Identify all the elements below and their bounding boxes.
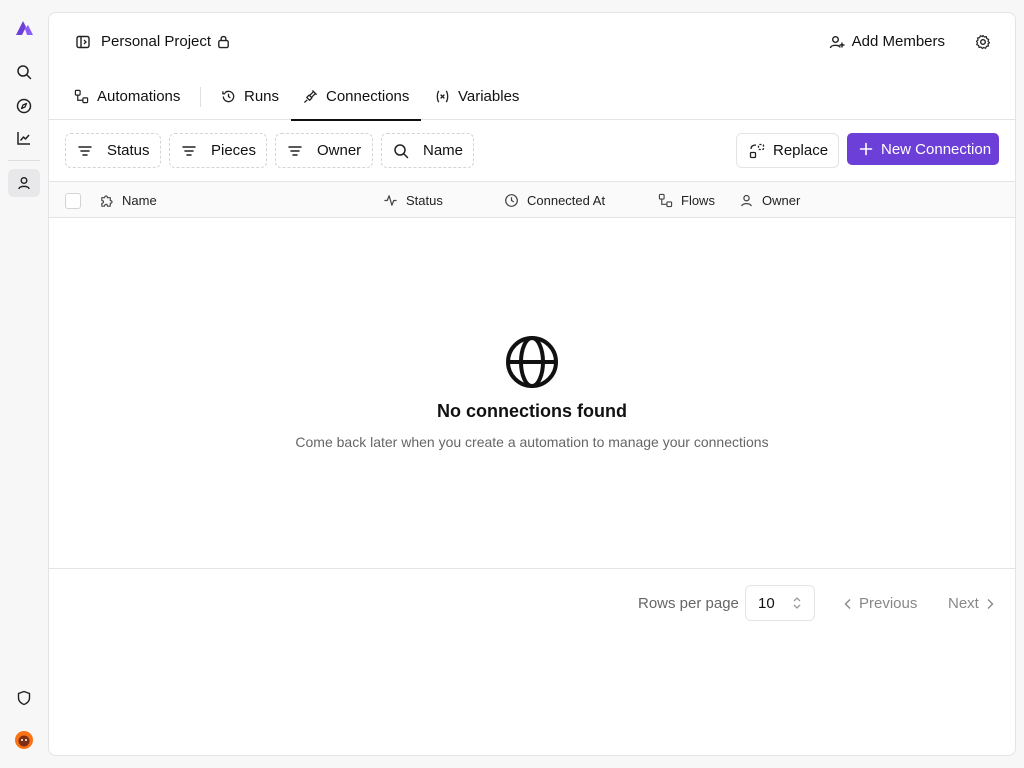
activity-icon bbox=[384, 194, 397, 206]
chevron-right-icon bbox=[987, 598, 994, 609]
workflow-icon bbox=[658, 193, 673, 207]
filter-icon bbox=[288, 145, 302, 156]
activepieces-logo-icon bbox=[16, 21, 33, 35]
new-connection-label: New Connection bbox=[881, 140, 992, 158]
shield-icon bbox=[17, 690, 31, 706]
column-label: Status bbox=[406, 192, 443, 208]
compass-icon bbox=[16, 98, 32, 114]
tab-variables[interactable]: Variables bbox=[435, 73, 519, 120]
plug-icon bbox=[303, 89, 318, 104]
column-label: Name bbox=[122, 192, 157, 208]
analytics-nav-button[interactable] bbox=[8, 124, 40, 152]
empty-state-title: No connections found bbox=[437, 401, 627, 421]
logo[interactable] bbox=[8, 14, 40, 42]
table-header: Name Status Connected At Flows Owner bbox=[49, 181, 1015, 218]
select-all-checkbox[interactable] bbox=[65, 193, 81, 209]
plus-icon bbox=[859, 142, 873, 156]
chart-line-icon bbox=[17, 132, 30, 145]
tab-runs[interactable]: Runs bbox=[221, 73, 279, 120]
pieces-filter-button[interactable]: Pieces bbox=[169, 133, 267, 168]
column-header-status[interactable]: Status bbox=[383, 182, 443, 218]
sidebar-toggle-icon[interactable] bbox=[75, 34, 91, 50]
empty-state-subtitle: Come back later when you create a automa… bbox=[295, 434, 769, 450]
filter-label: Owner bbox=[317, 142, 362, 159]
sidebar-divider bbox=[8, 160, 40, 161]
new-connection-button[interactable]: New Connection bbox=[847, 133, 999, 165]
filter-label: Name bbox=[423, 142, 464, 159]
filter-icon bbox=[78, 145, 92, 156]
chevrons-up-down-icon bbox=[793, 597, 801, 609]
search-nav-button[interactable] bbox=[8, 58, 40, 86]
clock-icon bbox=[505, 193, 518, 207]
rows-per-page-label: Rows per page bbox=[638, 595, 739, 612]
rows-per-page-select[interactable]: 10 bbox=[745, 585, 815, 621]
security-nav-button[interactable] bbox=[8, 684, 40, 712]
pagination-bar: Rows per page 10 Previous Next bbox=[49, 568, 1015, 638]
tab-connections[interactable]: Connections bbox=[290, 73, 422, 121]
add-members-button[interactable]: Add Members bbox=[829, 33, 945, 50]
main-panel: Personal Project Add Members Automations… bbox=[48, 12, 1016, 756]
tab-automations[interactable]: Automations bbox=[74, 73, 180, 120]
user-avatar[interactable] bbox=[8, 726, 40, 754]
project-switcher[interactable]: Personal Project bbox=[75, 33, 231, 50]
sidebar bbox=[0, 0, 48, 768]
globe-icon bbox=[506, 336, 558, 388]
tab-bar: Automations Runs Connections Variables bbox=[49, 73, 1015, 121]
top-bar: Personal Project Add Members bbox=[49, 13, 1015, 73]
members-nav-button[interactable] bbox=[8, 169, 40, 197]
user-icon bbox=[741, 194, 752, 206]
search-icon bbox=[394, 143, 409, 158]
previous-label: Previous bbox=[859, 595, 918, 612]
tab-label: Runs bbox=[244, 88, 280, 105]
add-members-label: Add Members bbox=[851, 33, 945, 50]
replace-label: Replace bbox=[773, 142, 829, 159]
tab-divider bbox=[200, 87, 201, 107]
column-label: Flows bbox=[681, 192, 715, 208]
lock-icon bbox=[218, 35, 229, 49]
filter-label: Status bbox=[107, 142, 150, 159]
status-filter-button[interactable]: Status bbox=[65, 133, 161, 168]
column-label: Owner bbox=[762, 192, 801, 208]
replace-icon bbox=[749, 143, 765, 158]
filter-label: Pieces bbox=[211, 142, 257, 159]
owner-filter-button[interactable]: Owner bbox=[275, 133, 373, 168]
tab-label: Automations bbox=[97, 88, 181, 105]
replace-button[interactable]: Replace bbox=[736, 133, 839, 168]
project-title: Personal Project bbox=[101, 33, 212, 50]
next-label: Next bbox=[948, 595, 979, 612]
next-page-button[interactable]: Next bbox=[948, 595, 995, 612]
rows-per-page-value: 10 bbox=[758, 594, 775, 612]
column-header-name[interactable]: Name bbox=[99, 182, 157, 218]
column-label: Connected At bbox=[527, 192, 606, 208]
variable-icon bbox=[436, 90, 449, 103]
avatar-icon bbox=[15, 731, 33, 749]
column-header-owner[interactable]: Owner bbox=[739, 182, 800, 218]
tab-label: Connections bbox=[326, 88, 410, 105]
search-icon bbox=[17, 65, 32, 80]
history-icon bbox=[222, 90, 235, 103]
column-header-connected-at[interactable]: Connected At bbox=[504, 182, 605, 218]
workflow-icon bbox=[74, 89, 89, 104]
puzzle-icon bbox=[101, 194, 113, 207]
settings-button[interactable] bbox=[975, 34, 991, 50]
filter-icon bbox=[182, 145, 196, 156]
user-plus-icon bbox=[829, 35, 845, 48]
column-header-flows[interactable]: Flows bbox=[658, 182, 715, 218]
empty-state: No connections found Come back later whe… bbox=[49, 335, 1015, 450]
user-icon bbox=[18, 177, 30, 190]
chevron-left-icon bbox=[844, 598, 851, 609]
gear-icon bbox=[975, 34, 991, 50]
tab-label: Variables bbox=[458, 88, 520, 105]
name-search-input[interactable]: Name bbox=[381, 133, 474, 168]
previous-page-button[interactable]: Previous bbox=[843, 595, 917, 612]
filter-bar: Status Pieces Owner Name Replace New Con… bbox=[49, 120, 1015, 181]
explore-nav-button[interactable] bbox=[8, 92, 40, 120]
